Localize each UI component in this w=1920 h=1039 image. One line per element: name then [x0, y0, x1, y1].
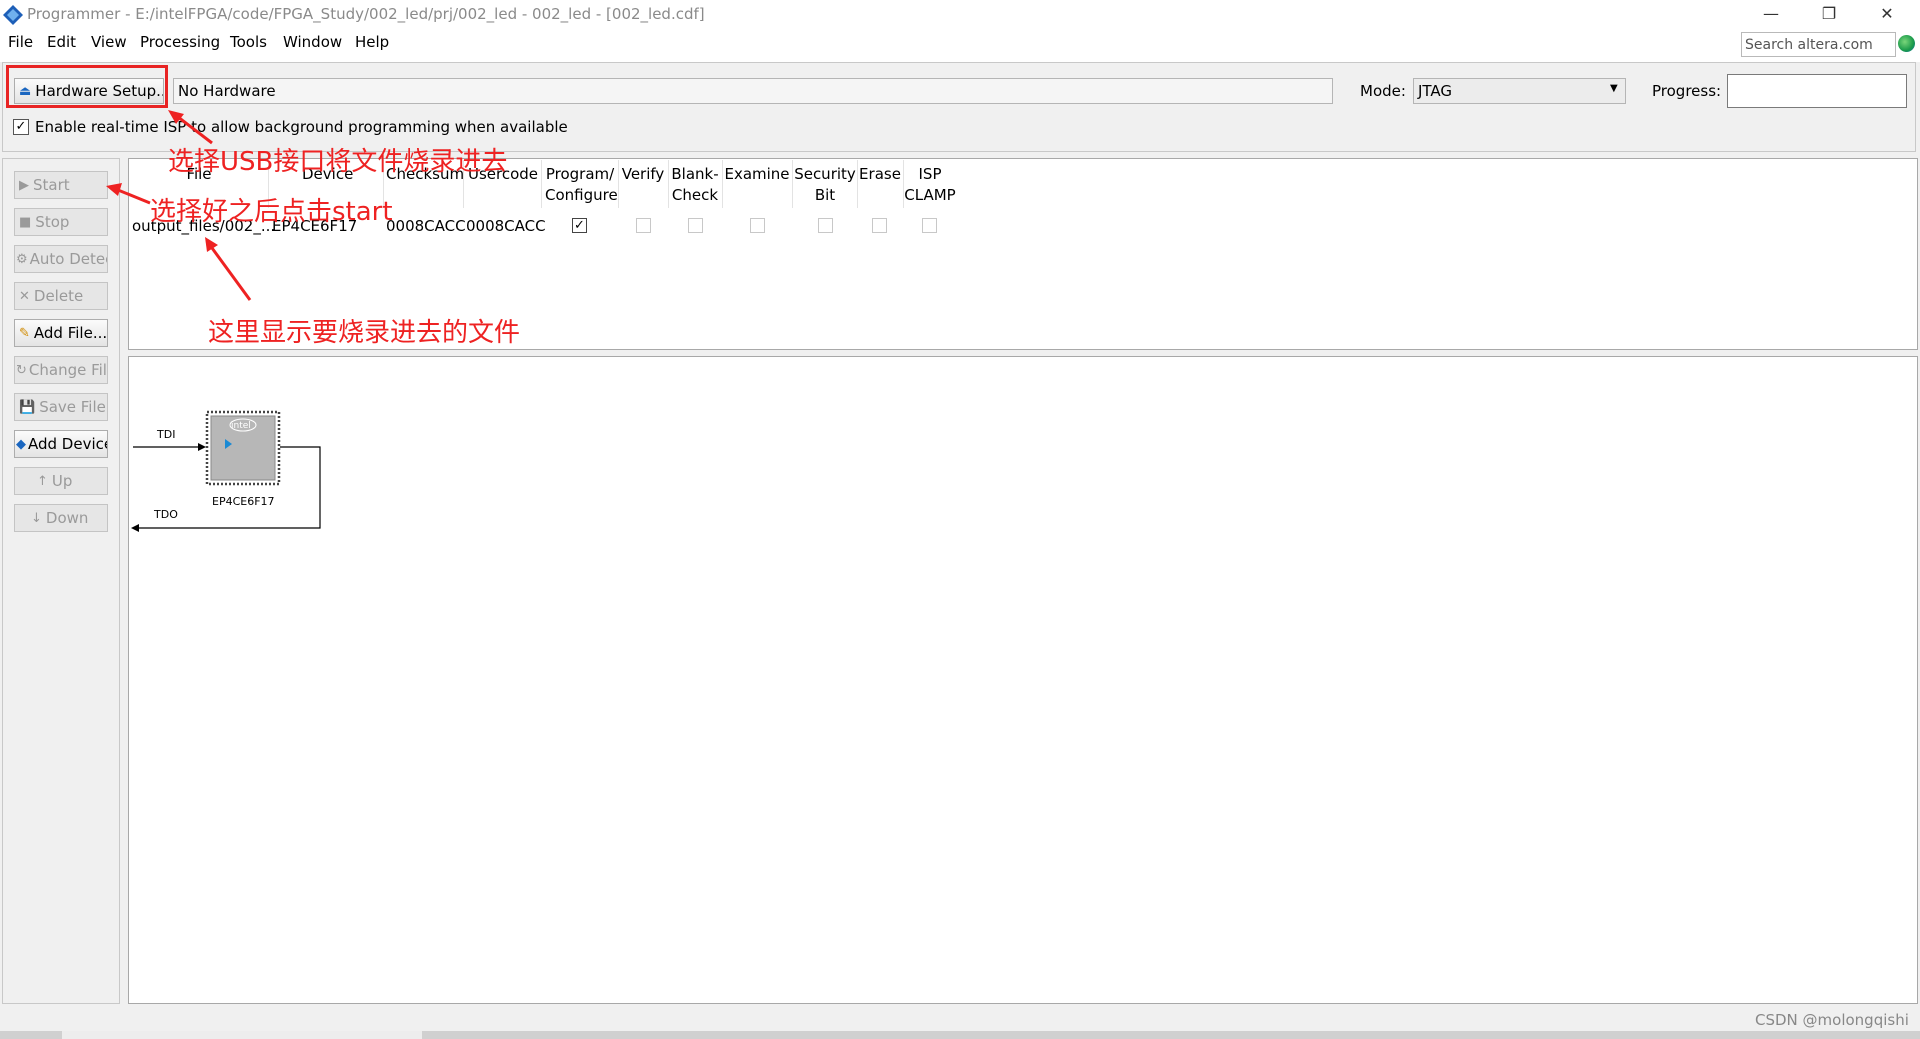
- restore-button[interactable]: ❐: [1800, 0, 1858, 30]
- start-label: Start: [33, 176, 70, 194]
- down-button[interactable]: ↓ Down: [14, 504, 108, 532]
- examine-checkbox[interactable]: [750, 218, 765, 233]
- tdo-arrow-icon: [131, 524, 139, 532]
- isp-label: Enable real-time ISP to allow background…: [35, 118, 568, 136]
- chip-device-label: EP4CE6F17: [212, 495, 275, 508]
- start-icon: ▶: [19, 177, 29, 193]
- column-examine: Examine: [724, 165, 790, 183]
- add-file-label: Add File...: [33, 324, 108, 342]
- menu-window[interactable]: Window: [283, 33, 342, 51]
- mode-label: Mode:: [1360, 82, 1406, 100]
- close-button[interactable]: ✕: [1858, 0, 1916, 30]
- column-divider: [618, 160, 619, 208]
- delete-icon: ✕: [19, 288, 30, 304]
- save-icon: 💾: [19, 399, 36, 415]
- add-device-label: Add Device: [28, 435, 108, 453]
- annotation-hardware: 选择USB接口将文件烧录进去: [168, 147, 508, 177]
- change-file-button[interactable]: ↻ Change File: [14, 356, 108, 384]
- stop-label: Stop: [35, 213, 70, 231]
- start-button[interactable]: ▶ Start: [14, 171, 108, 199]
- tdo-label: TDO: [153, 508, 178, 521]
- column-erase: Erase: [859, 165, 901, 183]
- blank-check-checkbox[interactable]: [688, 218, 703, 233]
- add-file-button[interactable]: ✎ Add File...: [14, 319, 108, 347]
- auto-detect-icon: ⚙: [16, 251, 28, 267]
- column-security-bit: Security Bit: [794, 165, 856, 204]
- column-blank-check: Blank- Check: [671, 165, 719, 204]
- search-input[interactable]: Search altera.com: [1741, 32, 1896, 57]
- hardware-setup-highlight: [6, 65, 168, 108]
- menu-edit[interactable]: Edit: [47, 33, 76, 51]
- add-device-button[interactable]: ◆ Add Device: [14, 430, 108, 458]
- menu-view[interactable]: View: [91, 33, 127, 51]
- quartus-app-icon: [3, 5, 23, 25]
- hardware-panel: [2, 62, 1916, 152]
- column-isp-clamp: ISP CLAMP: [904, 165, 956, 204]
- minimize-button[interactable]: —: [1742, 0, 1800, 30]
- add-file-icon: ✎: [19, 325, 30, 341]
- delete-button[interactable]: ✕ Delete: [14, 282, 108, 310]
- delete-label: Delete: [33, 287, 84, 305]
- jtag-chain-diagram: intel TDI TDO EP4CE6F17: [131, 410, 321, 532]
- window-title: Programmer - E:/intelFPGA/code/FPGA_Stud…: [27, 5, 705, 23]
- tdi-arrow-icon: [198, 443, 206, 451]
- up-label: Up: [51, 472, 73, 490]
- verify-checkbox[interactable]: [636, 218, 651, 233]
- up-button[interactable]: ↑ Up: [14, 467, 108, 495]
- chip-brand: intel: [231, 421, 251, 431]
- column-divider: [541, 160, 542, 208]
- program-configure-checkbox[interactable]: ✓: [572, 218, 587, 233]
- down-arrow-icon: ↓: [31, 510, 42, 526]
- column-divider: [722, 160, 723, 208]
- column-verify: Verify: [621, 165, 665, 183]
- save-file-label: Save File: [39, 398, 106, 416]
- globe-icon[interactable]: [1898, 35, 1915, 52]
- column-divider: [792, 160, 793, 208]
- menu-tools[interactable]: Tools: [230, 33, 267, 51]
- chevron-down-icon[interactable]: ▼: [1610, 83, 1618, 94]
- erase-checkbox[interactable]: [872, 218, 887, 233]
- taskbar-strip-segment: [62, 1031, 422, 1039]
- tdi-label: TDI: [156, 428, 175, 441]
- security-bit-checkbox[interactable]: [818, 218, 833, 233]
- auto-detect-button[interactable]: ⚙Auto Detect: [14, 245, 108, 273]
- progress-bar: [1727, 74, 1907, 108]
- menu-file[interactable]: File: [8, 33, 33, 51]
- down-label: Down: [45, 509, 89, 527]
- menu-help[interactable]: Help: [355, 33, 389, 51]
- change-file-icon: ↻: [16, 362, 27, 378]
- watermark: CSDN @molongqishi: [1755, 1011, 1909, 1029]
- change-file-label: Change File: [28, 361, 108, 379]
- isp-clamp-checkbox[interactable]: [922, 218, 937, 233]
- annotation-file: 这里显示要烧录进去的文件: [208, 318, 521, 348]
- progress-label: Progress:: [1652, 82, 1722, 100]
- column-program-configure: Program/ Configure: [545, 165, 618, 204]
- column-divider: [668, 160, 669, 208]
- mode-select[interactable]: JTAG: [1413, 78, 1626, 104]
- isp-checkbox[interactable]: ✓: [13, 119, 29, 135]
- save-file-button[interactable]: 💾 Save File: [14, 393, 108, 421]
- menu-processing[interactable]: Processing: [140, 33, 220, 51]
- auto-detect-label: Auto Detect: [29, 250, 107, 268]
- stop-icon: ■: [19, 214, 32, 230]
- add-device-icon: ◆: [16, 436, 26, 452]
- column-divider: [903, 160, 904, 208]
- hardware-field: No Hardware: [173, 78, 1333, 104]
- stop-button[interactable]: ■ Stop: [14, 208, 108, 236]
- annotation-start: 选择好之后点击start: [150, 197, 393, 227]
- up-arrow-icon: ↑: [37, 473, 48, 489]
- row-usercode: 0008CACC: [466, 217, 546, 235]
- row-checksum: 0008CACC: [386, 217, 466, 235]
- column-divider: [857, 160, 858, 208]
